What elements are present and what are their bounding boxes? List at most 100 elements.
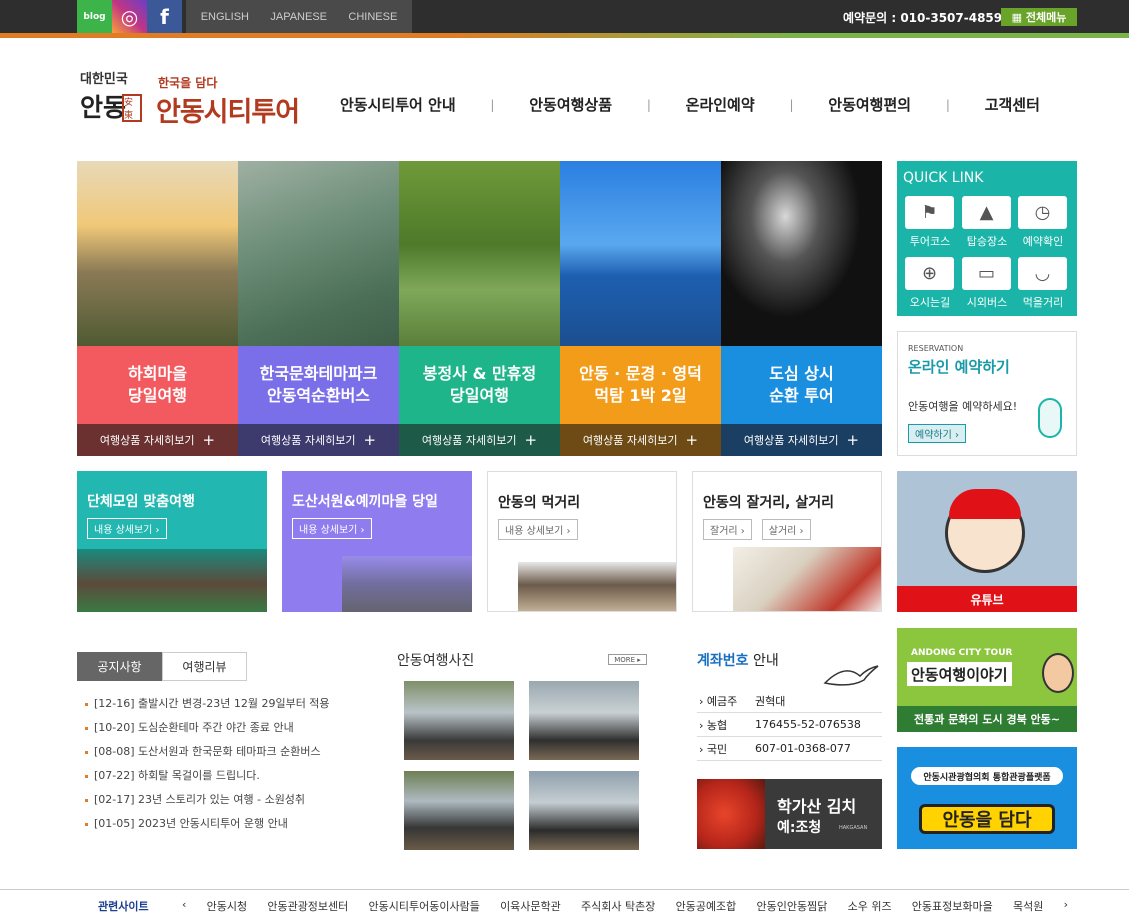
nav-tour-products[interactable]: 안동여행상품 [529,94,612,115]
kimchi-brand: HAKGASAN [839,825,868,831]
quick-food[interactable]: ◡ 먹을거리 [1018,257,1068,310]
notice-item[interactable]: [01-05] 2023년 안동시티투어 운행 안내 [85,817,375,841]
quick-label: 시외버스 [966,296,1008,309]
tour-more-button[interactable]: 여행상품 자세히보기 + [238,424,399,456]
quick-boarding-place[interactable]: ▲ 탑승장소 [962,196,1012,249]
account-row-kb: › 국민 607-01-0368-077 [697,737,882,761]
lang-english[interactable]: ENGLISH [201,11,249,23]
nav-separator: | [646,97,651,112]
related-site-link[interactable]: 소우 위즈 [848,898,892,914]
kimchi-banner[interactable]: 학가산 김치 예:조청 HAKGASAN [697,779,882,849]
quick-booking-check[interactable]: ◷ 예약확인 [1018,196,1068,249]
youtube-label: 유튜브 [897,586,1077,612]
tour-tile-hahoe[interactable]: 하회마을 당일여행 여행상품 자세히보기 + [77,161,238,456]
quick-tour-course[interactable]: ⚑ 투어코스 [905,196,955,249]
quick-label: 탑승장소 [966,235,1008,248]
top-bar: blog ◎ f ENGLISH JAPANESE CHINESE 예약문의 :… [0,0,1129,33]
related-site-link[interactable]: 안동관광정보센터 [267,898,348,914]
related-site-link[interactable]: 주식회사 탁촌장 [581,898,655,914]
tour-label: 도심 상시 순환 투어 [721,346,882,424]
related-site-link[interactable]: 목석원 [1013,898,1043,914]
plus-icon: + [202,431,216,449]
related-site-link[interactable]: 안동시티투어동이사람들 [369,898,480,914]
globe-icon: ⊕ [905,257,954,290]
tour-photo-bongjeongsa [399,161,560,346]
lang-chinese[interactable]: CHINESE [348,11,397,23]
story-banner[interactable]: ANDONG CITY TOUR 안동여행이야기 전통과 문화의 도시 경북 안… [897,628,1077,732]
nav-travel-convenience[interactable]: 안동여행편의 [828,94,911,115]
plus-icon: + [685,431,699,449]
notice-item[interactable]: [07-22] 하회탈 목걸이를 드립니다. [85,769,375,793]
nav-customer-center[interactable]: 고객센터 [985,94,1040,115]
card-andong-food[interactable]: 안동의 먹거리 내용 상세보기 › [487,471,677,612]
card-photo-products [733,547,881,611]
nav-online-booking[interactable]: 온라인예약 [686,94,755,115]
tour-more-button[interactable]: 여행상품 자세히보기 + [77,424,238,456]
logo-andong-text: 안동 [80,93,127,122]
related-site-link[interactable]: 안동인안동찜닭 [757,898,828,914]
tour-tile-bongjeongsa[interactable]: 봉정사 & 만휴정 당일여행 여행상품 자세히보기 + [399,161,560,456]
tour-more-button[interactable]: 여행상품 자세히보기 + [721,424,882,456]
tour-tile-mungyeong-yeongdeok[interactable]: 안동 · 문경 · 영덕 먹탐 1박 2일 여행상품 자세히보기 + [560,161,721,456]
tab-review[interactable]: 여행리뷰 [162,652,247,681]
related-site-link[interactable]: 안동시청 [207,898,247,914]
card-detail-button[interactable]: 내용 상세보기 › [498,519,578,540]
lang-japanese[interactable]: JAPANESE [270,11,327,23]
account-key: › 국민 [699,742,728,756]
quick-link-title: QUICK LINK [903,170,984,186]
tour-more-button[interactable]: 여행상품 자세히보기 + [399,424,560,456]
language-switcher: ENGLISH JAPANESE CHINESE [186,0,412,33]
photos-more-button[interactable]: MORE ▸ [608,654,647,665]
platform-banner[interactable]: 안동시관광협의회 통합관광플랫폼 안동을 담다 [897,747,1077,849]
quick-directions[interactable]: ⊕ 오시는길 [905,257,955,310]
all-menu-button[interactable]: ▦ 전체메뉴 [1001,8,1077,26]
tour-label: 한국문화테마파크 안동역순환버스 [238,346,399,424]
tour-more-label: 여행상품 자세히보기 [99,434,195,447]
card-title: 단체모임 맞춤여행 [87,494,195,510]
card-shop-button[interactable]: 살거리 › [761,519,811,540]
travel-photo[interactable] [529,771,639,850]
card-stay-shop[interactable]: 안동의 잘거리, 살거리 잘거리 › 살거리 › [692,471,882,612]
travel-photo[interactable] [529,681,639,760]
card-group-tour[interactable]: 단체모임 맞춤여행 내용 상세보기 › [77,471,267,612]
related-site-link[interactable]: 안동공예조합 [676,898,737,914]
tab-notice[interactable]: 공지사항 [77,652,162,681]
notice-item[interactable]: [10-20] 도심순환테마 주간 야간 종료 안내 [85,721,375,745]
quick-intercity-bus[interactable]: ▭ 시외버스 [962,257,1012,310]
site-logo[interactable]: 대한민국 안동 安東 한국을 담다 안동시티투어 [80,72,305,132]
nav-separator: | [789,97,794,112]
tour-tile-city-loop[interactable]: 도심 상시 순환 투어 여행상품 자세히보기 + [721,161,882,456]
notice-item[interactable]: [08-08] 도산서원과 한국문화 테마파크 순환버스 [85,745,375,769]
chevron-right-icon[interactable]: › [1064,898,1068,914]
tour-more-button[interactable]: 여행상품 자세히보기 + [560,424,721,456]
card-title: 안동의 잘거리, 살거리 [703,495,834,511]
reservation-title: 온라인 예약하기 [908,358,1010,376]
card-detail-button[interactable]: 내용 상세보기 › [292,518,372,539]
youtube-banner[interactable]: 유튜브 [897,471,1077,612]
card-stay-button[interactable]: 잘거리 › [703,519,752,540]
notice-item[interactable]: [02-17] 23년 스토리가 있는 여행 - 소원성취 [85,793,375,817]
nav-city-tour-info[interactable]: 안동시티투어 안내 [340,94,456,115]
reservation-button[interactable]: 예약하기 › [908,424,966,443]
tour-more-label: 여행상품 자세히보기 [743,434,839,447]
account-key: › 예금주 [699,694,738,708]
quick-label: 예약확인 [1022,235,1064,248]
related-site-link[interactable]: 이육사문학관 [500,898,561,914]
card-dosan-seowon[interactable]: 도산서원&예끼마을 당일 내용 상세보기 › [282,471,472,612]
notice-item[interactable]: [12-16] 출발시간 변경-23년 12월 29일부터 적용 [85,697,375,721]
tour-tile-culture-park[interactable]: 한국문화테마파크 안동역순환버스 여행상품 자세히보기 + [238,161,399,456]
facebook-icon[interactable]: f [147,0,182,33]
blog-icon[interactable]: blog [77,0,112,33]
chevron-left-icon[interactable]: ‹ [182,898,186,914]
mouse-icon [1038,398,1062,438]
related-site-link[interactable]: 안동표정보화마을 [912,898,993,914]
tour-photo-yeongdeok [560,161,721,346]
travel-photo[interactable] [404,771,514,850]
social-links: blog ◎ f [77,0,182,33]
instagram-icon[interactable]: ◎ [112,0,147,33]
bus-icon: ▭ [962,257,1011,290]
card-detail-button[interactable]: 내용 상세보기 › [87,518,167,539]
card-title: 도산서원&예끼마을 당일 [292,494,438,510]
travel-photo[interactable] [404,681,514,760]
bowl-icon: ◡ [1018,257,1067,290]
